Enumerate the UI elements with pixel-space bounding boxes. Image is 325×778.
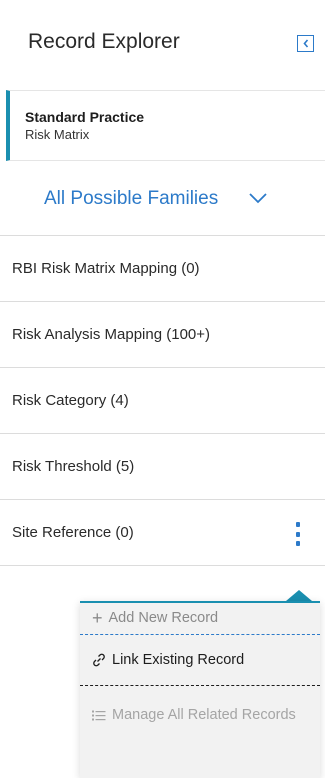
context-record-title: Standard Practice [25,109,145,125]
family-list-item[interactable]: Risk Threshold (5) [0,433,325,499]
family-list-item-label: Risk Category (4) [12,392,129,409]
panel-header: Record Explorer [0,0,325,90]
family-list-item[interactable]: RBI Risk Matrix Mapping (0) [0,235,325,301]
panel-title: Record Explorer [28,30,180,53]
context-record-subtitle: Risk Matrix [25,127,90,142]
popup-pointer [286,590,312,601]
add-new-record-button[interactable]: + Add New Record [80,603,320,635]
link-existing-record-label: Link Existing Record [112,652,245,668]
record-actions-menu: + Add New Record Link Existing Record Man… [80,601,320,778]
add-new-record-label: Add New Record [108,610,219,626]
family-list-item[interactable]: Risk Category (4) [0,367,325,433]
context-record-card[interactable]: Standard Practice Risk Matrix [6,90,325,161]
manage-related-records-label: Manage All Related Records [112,707,296,723]
manage-related-records-button[interactable]: Manage All Related Records [80,702,320,762]
family-list-item-label: Risk Threshold (5) [12,458,135,475]
family-filter-dropdown[interactable]: All Possible Families [0,162,325,234]
list-icon [92,710,106,721]
family-list-item-label: Risk Analysis Mapping (100+) [12,326,211,343]
chevron-left-icon [302,39,308,48]
kebab-menu-icon[interactable] [294,522,302,546]
collapse-panel-button[interactable] [297,35,314,52]
link-icon [93,653,105,667]
family-list-item[interactable]: Risk Analysis Mapping (100+) [0,301,325,367]
plus-icon: + [92,608,103,629]
chevron-down-icon [249,193,267,204]
family-list-item-label: Site Reference (0) [12,524,134,541]
family-list-item[interactable]: Site Reference (0) [0,499,325,566]
link-existing-record-button[interactable]: Link Existing Record [80,646,320,686]
family-filter-value: All Possible Families [44,188,219,209]
family-list: RBI Risk Matrix Mapping (0) Risk Analysi… [0,235,325,566]
family-list-item-label: RBI Risk Matrix Mapping (0) [12,260,200,277]
